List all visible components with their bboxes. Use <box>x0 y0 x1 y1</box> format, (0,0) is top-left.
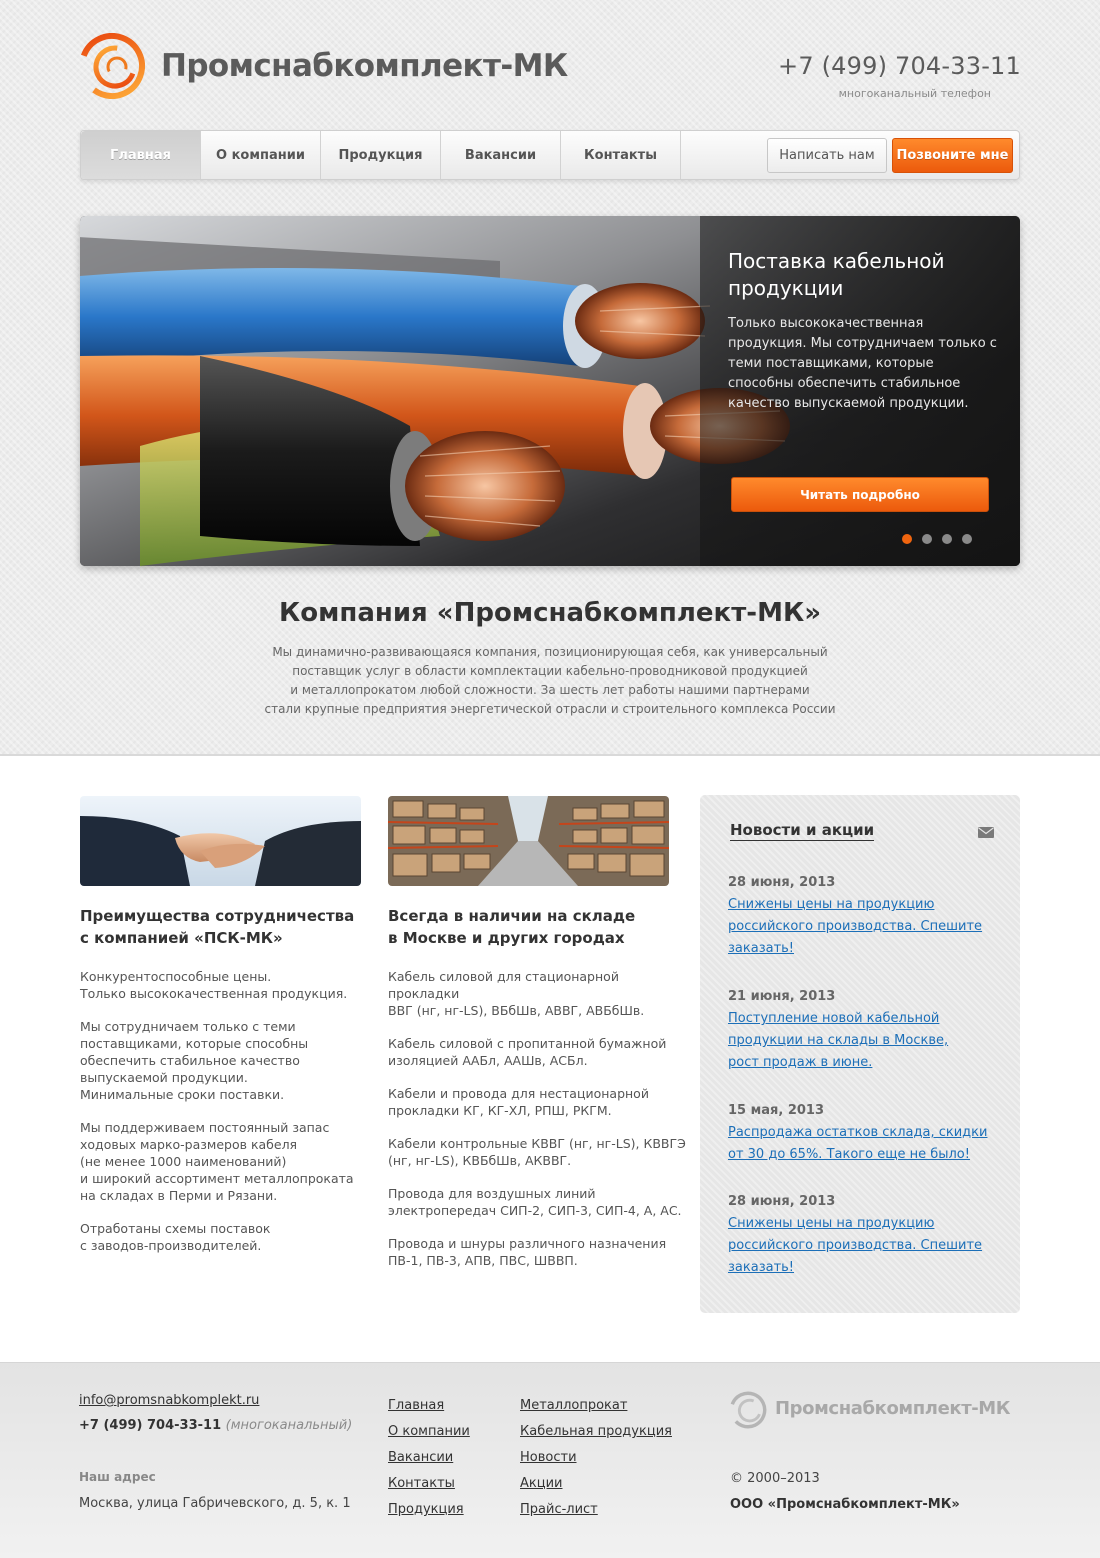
news-date: 28 июня, 2013 <box>728 875 836 890</box>
logo[interactable]: Промснабкомплект-МК <box>79 33 568 103</box>
footer-logo-text: Промснабкомплект-МК <box>775 1398 1011 1419</box>
handshake-image <box>80 796 361 886</box>
news-panel: Новости и акции 28 июня, 2013 Снижены це… <box>700 795 1020 1313</box>
intro-line: стали крупные предприятия энергетической… <box>264 702 836 716</box>
main-nav: Главная О компании Продукция Вакансии Ко… <box>80 130 1020 180</box>
footer-organization: ООО «Промснабкомплект-МК» <box>730 1497 960 1512</box>
nav-item-contacts[interactable]: Контакты <box>561 131 681 179</box>
news-item: 28 июня, 2013 Снижены цены на продукцию … <box>728 875 988 960</box>
footer-email-link[interactable]: info@promsnabkomplekt.ru <box>79 1393 259 1408</box>
news-item: 15 мая, 2013 Распродажа остатков склада,… <box>728 1103 988 1166</box>
slide-title: Поставка кабельной продукции <box>728 249 945 300</box>
nav-item-home[interactable]: Главная <box>81 131 201 179</box>
news-link[interactable]: Снижены цены на продукцию российского пр… <box>728 1213 988 1279</box>
footer-link-vacancies[interactable]: Вакансии <box>388 1445 470 1471</box>
stock-title-line: в Москве и других городах <box>388 929 625 947</box>
stock-title-line: Всегда в наличии на складе <box>388 907 636 925</box>
news-link[interactable]: Поступление новой кабельной продукции на… <box>728 1008 988 1074</box>
advantages-text: Конкурентоспособные цены. Только высокок… <box>80 968 380 1270</box>
news-date: 21 июня, 2013 <box>728 989 836 1004</box>
stock-paragraph: Провода для воздушных линий электроперед… <box>388 1186 682 1218</box>
footer-link-news[interactable]: Новости <box>520 1445 672 1471</box>
advantages-paragraph: Отработаны схемы поставок с заводов-прои… <box>80 1221 271 1253</box>
footer-link-pricelist[interactable]: Прайс-лист <box>520 1497 672 1523</box>
footer-phone-note: (многоканальный) <box>225 1418 353 1433</box>
nav-item-about[interactable]: О компании <box>201 131 321 179</box>
footer-logo[interactable]: Промснабкомплект-МК <box>729 1391 1011 1431</box>
slider-dot[interactable] <box>922 534 932 544</box>
news-item: 21 июня, 2013 Поступление новой кабельно… <box>728 989 988 1074</box>
news-link[interactable]: Снижены цены на продукцию российского пр… <box>728 894 988 960</box>
intro-line: Мы динамично-развивающаяся компания, поз… <box>272 645 828 659</box>
footer-logo-swirl-icon <box>729 1391 767 1429</box>
company-name: Промснабкомплект-МК <box>161 48 568 84</box>
news-item: 28 июня, 2013 Снижены цены на продукцию … <box>728 1194 988 1279</box>
advantages-paragraph: Конкурентоспособные цены. Только высокок… <box>80 969 348 1001</box>
stock-paragraph: Кабель силовой для стационарной прокладк… <box>388 969 645 1018</box>
advantages-paragraph: Мы поддерживаем постоянный запас ходовых… <box>80 1120 354 1203</box>
stock-paragraph: Кабели контрольные КВВГ (нг, нг-LS), КВВ… <box>388 1136 686 1168</box>
header-phone: +7 (499) 704-33-11 <box>778 52 1021 80</box>
nav-item-vacancies[interactable]: Вакансии <box>441 131 561 179</box>
call-me-button[interactable]: Позвоните мне <box>892 138 1013 173</box>
stock-paragraph: Провода и шнуры различного назначения ПВ… <box>388 1236 667 1268</box>
footer-links-catalog: Металлопрокат Кабельная продукция Новост… <box>520 1393 672 1523</box>
stock-paragraph: Кабель силовой с пропитанной бумажной из… <box>388 1036 667 1068</box>
advantages-title-line: Преимущества сотрудничества <box>80 907 355 925</box>
footer-link-cable[interactable]: Кабельная продукция <box>520 1419 672 1445</box>
stock-title: Всегда в наличии на складе в Москве и др… <box>388 905 678 949</box>
news-date: 28 июня, 2013 <box>728 1194 836 1209</box>
slider-dot[interactable] <box>962 534 972 544</box>
slider-dot[interactable] <box>942 534 952 544</box>
read-more-button[interactable]: Читать подробно <box>731 477 989 512</box>
footer-phone-number: +7 (499) 704-33-11 <box>79 1418 222 1433</box>
envelope-icon[interactable] <box>978 827 994 838</box>
intro-line: поставщик услуг в области комплектации к… <box>292 664 808 678</box>
news-date: 15 мая, 2013 <box>728 1103 825 1118</box>
footer-link-products[interactable]: Продукция <box>388 1497 470 1523</box>
hero-slider: Поставка кабельной продукции Только высо… <box>80 216 1020 566</box>
slide-text: Только высококачественная продукция. Мы … <box>728 316 997 411</box>
header-phone-note: многоканальный телефон <box>838 87 991 100</box>
news-link[interactable]: Распродажа остатков склада, скидки от 30… <box>728 1122 988 1166</box>
intro-line: и металлопрокатом любой сложности. За ше… <box>290 683 810 697</box>
footer-address: Москва, улица Габричевского, д. 5, к. 1 <box>79 1496 351 1511</box>
footer-link-about[interactable]: О компании <box>388 1419 470 1445</box>
intro-text: Мы динамично-развивающаяся компания, поз… <box>250 643 850 719</box>
warehouse-image <box>388 796 669 886</box>
news-title[interactable]: Новости и акции <box>730 821 875 841</box>
footer-link-home[interactable]: Главная <box>388 1393 470 1419</box>
footer-links-main: Главная О компании Вакансии Контакты Про… <box>388 1393 470 1523</box>
stock-paragraph: Кабели и провода для нестационарной прок… <box>388 1086 649 1118</box>
footer-copyright: © 2000–2013 <box>730 1471 820 1486</box>
advantages-title-line: с компанией «ПСК-МК» <box>80 929 283 947</box>
footer-link-metal[interactable]: Металлопрокат <box>520 1393 672 1419</box>
footer-link-contacts[interactable]: Контакты <box>388 1471 470 1497</box>
slider-pagination <box>902 534 992 544</box>
header-phone-block: +7 (499) 704-33-11 многоканальный телефо… <box>778 52 1021 100</box>
stock-text: Кабель силовой для стационарной прокладк… <box>388 968 688 1285</box>
slide-caption: Поставка кабельной продукции Только высо… <box>700 216 1020 566</box>
write-us-button[interactable]: Написать нам <box>767 138 887 173</box>
slider-dot[interactable] <box>902 534 912 544</box>
logo-swirl-icon <box>79 33 145 99</box>
intro-title: Компания «Промснабкомплект-МК» <box>279 598 821 628</box>
advantages-paragraph: Мы сотрудничаем только с теми поставщика… <box>80 1019 309 1102</box>
advantages-title: Преимущества сотрудничества с компанией … <box>80 905 370 949</box>
footer: info@promsnabkomplekt.ru +7 (499) 704-33… <box>0 1362 1100 1558</box>
nav-item-products[interactable]: Продукция <box>321 131 441 179</box>
footer-phone: +7 (499) 704-33-11 (многоканальный) <box>79 1418 352 1433</box>
footer-address-label: Наш адрес <box>79 1470 156 1484</box>
footer-link-promos[interactable]: Акции <box>520 1471 672 1497</box>
